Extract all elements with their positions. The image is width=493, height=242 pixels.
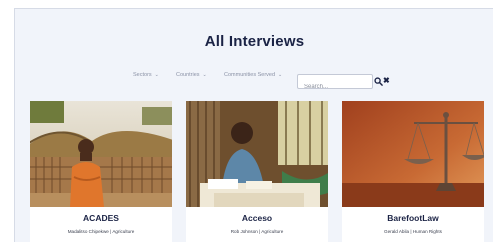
search-icon[interactable] — [374, 77, 383, 86]
interview-photo[interactable] — [186, 101, 328, 207]
chevron-down-icon: ⌄ — [154, 72, 159, 78]
communities-dropdown[interactable]: Communities Served ⌄ — [224, 72, 282, 78]
card-title[interactable]: Acceso — [186, 213, 328, 223]
chevron-down-icon: ⌄ — [278, 72, 283, 78]
card-meta: Madalitso Chipekwe | Agriculture — [67, 229, 135, 234]
card-title[interactable]: BarefootLaw — [342, 213, 484, 223]
page: All Interviews Sectors ⌄ Countries ⌄ Commu… — [0, 0, 493, 242]
interview-card-acades[interactable]: ACADES Madalitso Chipekwe | Agriculture — [30, 101, 172, 242]
interview-card-acceso[interactable]: Acceso Rob Johnson | Agriculture — [186, 101, 328, 242]
countries-dropdown[interactable]: Countries ⌄ — [176, 72, 207, 78]
interview-photo[interactable] — [30, 101, 172, 207]
search-input[interactable] — [298, 80, 372, 94]
page-title: All Interviews — [204, 33, 305, 50]
card-title[interactable]: ACADES — [30, 213, 172, 223]
chevron-down-icon: ⌄ — [202, 72, 207, 78]
countries-label: Countries — [176, 72, 200, 78]
interview-card-barefootlaw[interactable]: BarefootLaw Gerald Abila | Human Rights — [342, 101, 484, 242]
content-frame: All Interviews Sectors ⌄ Countries ⌄ Commu… — [14, 8, 493, 242]
card-meta: Rob Johnson | Agriculture — [230, 229, 284, 234]
search-box — [297, 74, 373, 94]
close-icon[interactable]: ✖ — [383, 76, 390, 86]
filter-bar: Sectors ⌄ Countries ⌄ Communities Served ⌄ … — [15, 68, 493, 94]
sectors-dropdown[interactable]: Sectors ⌄ — [133, 72, 159, 78]
sectors-label: Sectors — [133, 72, 152, 78]
card-meta: Gerald Abila | Human Rights — [384, 229, 442, 234]
interview-photo[interactable] — [342, 101, 484, 207]
communities-label: Communities Served — [224, 72, 276, 78]
